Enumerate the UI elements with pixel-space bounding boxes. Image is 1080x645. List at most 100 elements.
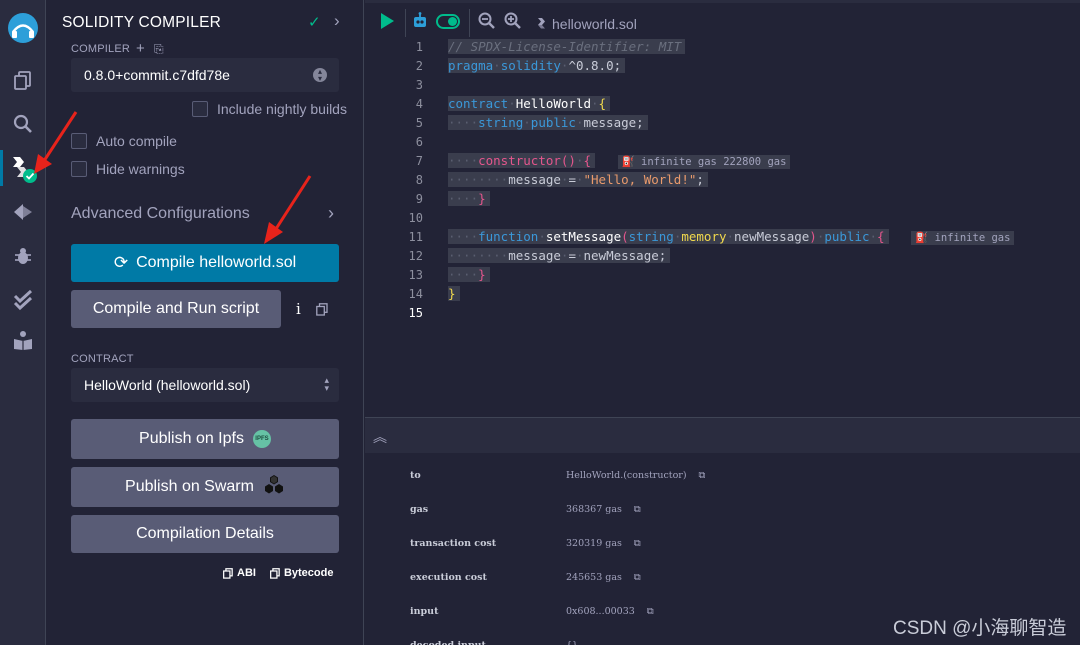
editor-toolbar: helloworld.sol <box>365 0 1080 40</box>
auto-compile-row[interactable]: Auto compile <box>71 133 177 149</box>
copy-abi-link[interactable]: ABI <box>223 567 256 579</box>
function-name: setMessage <box>545 229 622 244</box>
copy-icon[interactable] <box>316 303 328 321</box>
compilation-details-button[interactable]: Compilation Details <box>71 515 339 553</box>
panel-title: SOLIDITY COMPILER <box>62 14 222 31</box>
code-line-14: } <box>448 285 460 303</box>
brace: { <box>583 153 592 168</box>
auto-compile-label: Auto compile <box>96 133 177 149</box>
copy-icon[interactable]: ⧉ <box>699 470 706 481</box>
tx-value: 368367 gas <box>566 504 622 515</box>
ai-toggle-switch[interactable] <box>436 14 460 29</box>
solidity-compiler-panel: SOLIDITY COMPILER ✓ › COMPILER + ⎘ 0.8.0… <box>46 0 364 645</box>
debugger-icon[interactable] <box>0 238 46 274</box>
contract-name: HelloWorld <box>515 96 592 111</box>
function-keyword: function <box>478 229 539 244</box>
solidity-file-icon <box>538 18 545 29</box>
variable-name: message <box>508 248 561 263</box>
gas-pump-icon: ⛽ <box>915 232 929 244</box>
publish-ipfs-label: Publish on Ipfs <box>139 430 244 447</box>
paren: ) <box>809 229 817 244</box>
line-number-current: 15 <box>408 306 423 320</box>
select-arrows-icon: ▴ ▾ <box>313 68 327 83</box>
publish-ipfs-button[interactable]: Publish on Ipfs IPFS <box>71 419 339 459</box>
watermark-text: CSDN @小海聊智造 <box>893 618 1067 639</box>
compile-button[interactable]: ⟳ Compile helloworld.sol <box>71 244 339 282</box>
copy-icon <box>223 567 233 579</box>
tx-key: to <box>410 470 421 481</box>
paren: ( <box>621 229 629 244</box>
info-icon[interactable]: i <box>296 300 301 318</box>
line-number: 8 <box>415 173 423 187</box>
terminal-header: ︽ <box>365 417 1080 453</box>
contract-label: CONTRACT <box>71 353 134 365</box>
compile-run-script-button[interactable]: Compile and Run script <box>71 290 281 328</box>
variable-name: message <box>508 172 561 187</box>
version-spec: ^0.8.0; <box>568 58 622 73</box>
compiler-version-select[interactable]: 0.8.0+commit.c7dfd78e ▴ ▾ <box>71 58 339 92</box>
code-line-4: contract·HelloWorld·{ <box>448 95 611 113</box>
expand-terminal-icon[interactable]: ︽ <box>373 427 387 447</box>
tx-value: HelloWorld.(constructor) <box>566 470 687 481</box>
remix-logo-icon[interactable] <box>0 8 46 48</box>
publish-swarm-button[interactable]: Publish on Swarm <box>71 467 339 507</box>
tx-key: input <box>410 606 439 617</box>
zoom-in-icon[interactable] <box>504 12 521 34</box>
solidity-compiler-icon[interactable] <box>0 150 46 186</box>
checkmark-icon: ✓ <box>308 14 321 31</box>
visibility-keyword: public <box>530 115 576 130</box>
code-line-2: pragma·solidity·^0.8.0; <box>448 57 626 75</box>
brace: } <box>478 267 486 282</box>
line-number-gutter: 1 2 3 4 5 6 7 8 9 10 11 12 13 14 15 <box>365 40 445 417</box>
code-line-7: ····constructor()·{ ⛽ infinite gas 22280… <box>448 152 791 170</box>
custom-compiler-icon[interactable]: ⎘ <box>154 42 164 56</box>
deploy-run-icon[interactable] <box>0 194 46 230</box>
ai-robot-icon[interactable] <box>411 12 429 35</box>
hide-warnings-checkbox[interactable] <box>71 161 87 177</box>
code-line-13: ····} <box>448 266 490 284</box>
line-number: 12 <box>408 249 423 263</box>
variable-name: message; <box>583 115 644 130</box>
license-comment: // SPDX-License-Identifier: MIT <box>448 39 686 54</box>
file-explorer-icon[interactable] <box>0 62 46 98</box>
copy-icon[interactable]: ⧉ <box>634 504 641 515</box>
run-play-icon[interactable] <box>381 13 394 29</box>
chevron-right-icon[interactable]: › <box>328 203 334 224</box>
compile-run-script-label: Compile and Run script <box>92 300 260 317</box>
search-icon[interactable] <box>0 106 46 142</box>
icon-rail <box>0 0 46 645</box>
copy-links: ABI Bytecode <box>223 567 333 579</box>
tx-value: 245653 gas <box>566 572 622 583</box>
learneth-book-icon[interactable] <box>0 322 46 358</box>
copy-icon[interactable]: ⧉ <box>634 572 641 583</box>
copy-icon[interactable]: ⧉ <box>634 538 641 549</box>
line-number: 14 <box>408 287 423 301</box>
line-number: 3 <box>415 78 423 92</box>
select-arrows-icon: ▴ ▾ <box>324 375 329 393</box>
include-nightly-row[interactable]: Include nightly builds <box>192 101 347 117</box>
ipfs-icon: IPFS <box>252 430 271 448</box>
copy-bytecode-link[interactable]: Bytecode <box>269 567 333 579</box>
auto-compile-checkbox[interactable] <box>71 133 87 149</box>
publish-swarm-label: Publish on Swarm <box>125 478 254 495</box>
tab-helloworld-sol[interactable]: helloworld.sol <box>537 16 637 32</box>
include-nightly-checkbox[interactable] <box>192 101 208 117</box>
tests-check-icon[interactable] <box>0 282 46 318</box>
file-tab-label: helloworld.sol <box>552 16 637 32</box>
copy-icon[interactable]: ⧉ <box>647 606 654 617</box>
compiler-actions: + ⎘ <box>136 40 164 57</box>
code-line-12: ········message·=·newMessage; <box>448 247 671 265</box>
hide-warnings-label: Hide warnings <box>96 161 185 177</box>
semicolon: ; <box>696 172 704 187</box>
tx-value: 0x608...00033 <box>566 606 635 617</box>
chevron-right-icon[interactable]: › <box>334 11 340 31</box>
solidity-keyword: solidity <box>500 58 561 73</box>
zoom-out-icon[interactable] <box>478 12 495 34</box>
code-editor[interactable]: 1 2 3 4 5 6 7 8 9 10 11 12 13 14 15 // S… <box>365 39 1080 417</box>
compiler-label: COMPILER <box>71 43 131 55</box>
hide-warnings-row[interactable]: Hide warnings <box>71 161 185 177</box>
toolbar-divider <box>405 9 406 37</box>
add-compiler-icon[interactable]: + <box>136 40 145 57</box>
contract-select[interactable]: HelloWorld (helloworld.sol) ▴ ▾ <box>71 368 339 402</box>
advanced-configurations-toggle[interactable]: Advanced Configurations <box>71 205 250 223</box>
